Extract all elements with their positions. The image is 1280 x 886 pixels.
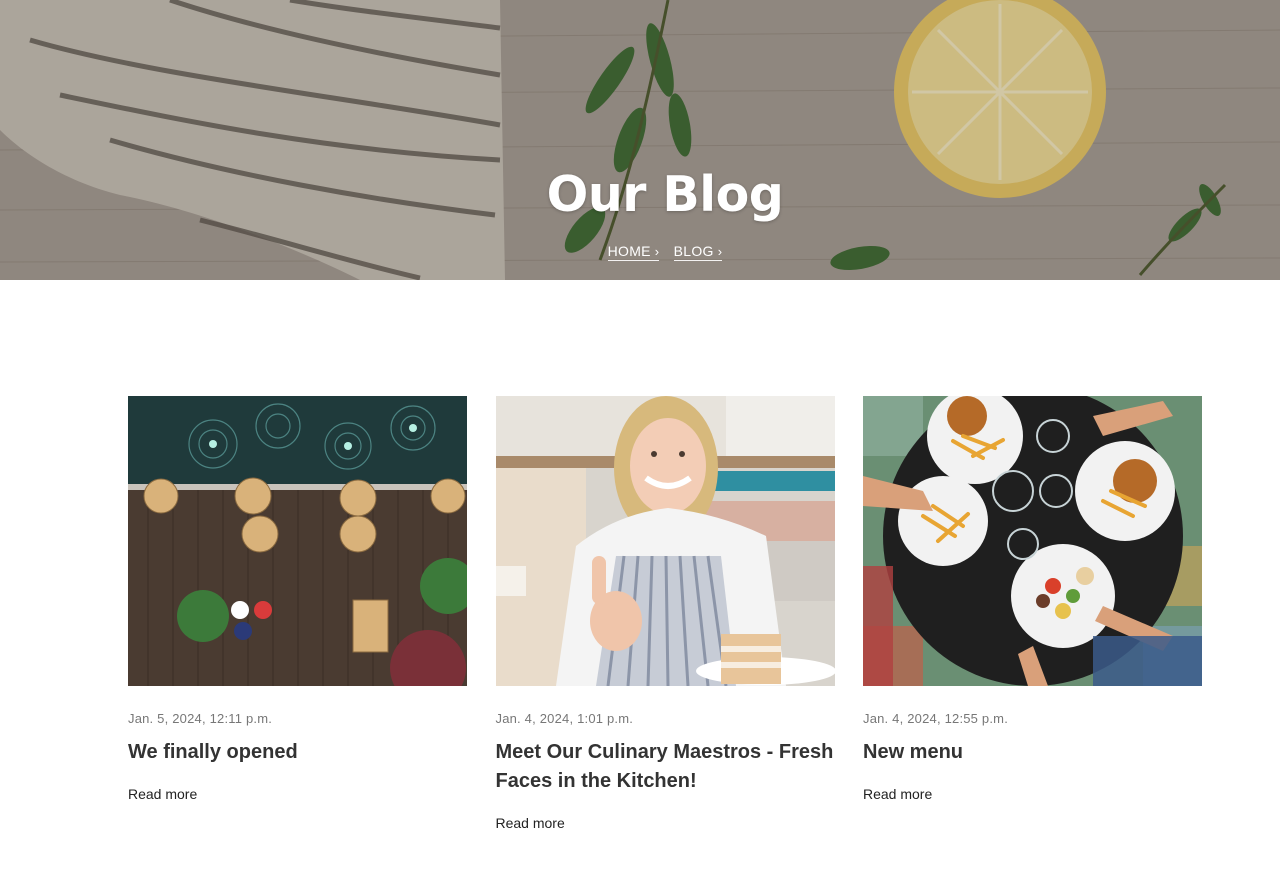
- breadcrumb-blog-link[interactable]: BLOG ›: [673, 243, 723, 261]
- blog-post-card: Jan. 4, 2024, 12:55 p.m. New menu Read m…: [863, 396, 1202, 833]
- breadcrumb-home-link[interactable]: HOME ›: [607, 243, 660, 261]
- read-more-link[interactable]: Read more: [496, 815, 565, 831]
- breadcrumb-blog-label: BLOG: [673, 243, 714, 259]
- page-hero: Our Blog HOME › BLOG ›: [0, 0, 1280, 280]
- chevron-right-icon: ›: [717, 244, 723, 259]
- post-date: Jan. 4, 2024, 1:01 p.m.: [495, 711, 634, 726]
- post-date: Jan. 5, 2024, 12:11 p.m.: [128, 711, 273, 726]
- breadcrumb: HOME › BLOG ›: [0, 243, 1280, 261]
- read-more-link[interactable]: Read more: [863, 786, 932, 802]
- blog-post-card: Jan. 5, 2024, 12:11 p.m. We finally open…: [128, 396, 467, 833]
- page-title: Our Blog: [546, 166, 784, 223]
- post-thumbnail-smiling-chef[interactable]: [495, 396, 835, 686]
- post-thumbnail-burgers-table[interactable]: [863, 396, 1202, 686]
- restaurant-patio-photo: [128, 396, 467, 686]
- smiling-chef-photo: [495, 396, 835, 686]
- post-title[interactable]: New menu: [863, 738, 1202, 767]
- post-thumbnail-restaurant-patio[interactable]: [128, 396, 467, 686]
- post-title[interactable]: Meet Our Culinary Maestros - Fresh Faces…: [496, 738, 835, 796]
- blog-post-card: Jan. 4, 2024, 1:01 p.m. Meet Our Culinar…: [495, 396, 835, 833]
- breadcrumb-home-label: HOME: [607, 243, 651, 259]
- post-title[interactable]: We finally opened: [128, 738, 467, 767]
- chevron-right-icon: ›: [654, 244, 660, 259]
- blog-post-list: Jan. 5, 2024, 12:11 p.m. We finally open…: [128, 396, 1202, 833]
- burgers-and-fries-photo: [863, 396, 1202, 686]
- hero-overlay: [0, 0, 1280, 280]
- post-date: Jan. 4, 2024, 12:55 p.m.: [863, 711, 1009, 726]
- read-more-link[interactable]: Read more: [128, 786, 197, 802]
